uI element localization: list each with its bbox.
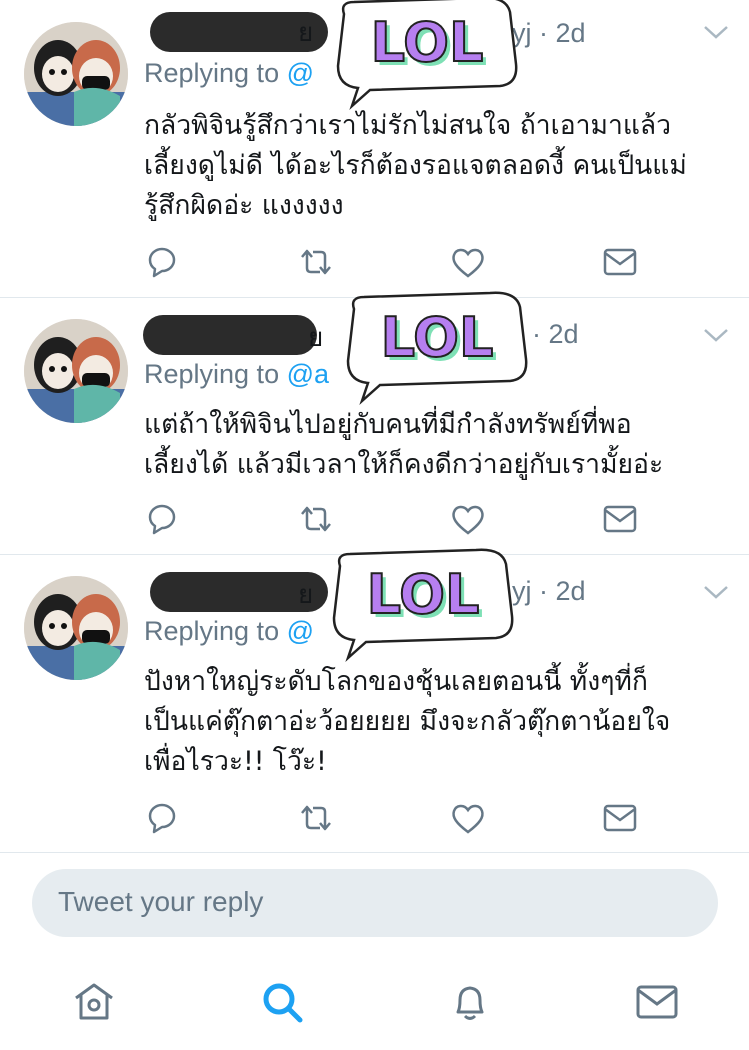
bottom-tab-bar: [0, 960, 749, 1050]
redacted-name: [143, 315, 317, 355]
search-icon[interactable]: [258, 978, 306, 1026]
retweet-icon[interactable]: [296, 242, 336, 282]
tweet-text: แต่ถ้าให้พิจินไปอยู่กับคนที่มีกำลังทรัพย…: [144, 405, 734, 485]
chevron-down-icon[interactable]: [702, 325, 730, 345]
reply-input[interactable]: Tweet your reply: [32, 869, 718, 937]
sticker-text: LOL: [371, 11, 484, 74]
notifications-icon[interactable]: [446, 978, 494, 1026]
reply-placeholder: Tweet your reply: [58, 886, 264, 917]
tweet-text-line: กลัวพิจินรู้สึกว่าเราไม่รักไม่สนใจ ถ้าเอ…: [144, 110, 672, 141]
home-icon[interactable]: [70, 978, 118, 1026]
tweet-actions: [0, 242, 749, 282]
replying-to: Replying to @a: [144, 359, 329, 390]
tweet[interactable]: ย yj · 2d Replying to @ ปังหาใหญ่ระดับโล…: [0, 548, 749, 853]
replying-handle[interactable]: @: [287, 616, 314, 646]
replying-label: Replying to: [144, 616, 280, 646]
timestamp: 2d: [555, 18, 586, 48]
avatar[interactable]: [24, 22, 128, 126]
display-name-suffix: ย: [298, 18, 314, 48]
display-name-suffix: ย: [308, 323, 324, 353]
dm-icon[interactable]: [600, 798, 640, 838]
retweet-icon[interactable]: [296, 499, 336, 539]
reply-icon[interactable]: [142, 499, 182, 539]
tweet-text-line: ปังหาใหญ่ระดับโลกของชุ้นเลยตอนนี้ ทั้งๆท…: [144, 666, 648, 697]
tweet[interactable]: ย · 2d Replying to @a แต่ถ้าให้พิจินไปอย…: [0, 291, 749, 555]
replying-label: Replying to: [144, 58, 280, 88]
tweet-actions: [0, 798, 749, 838]
avatar[interactable]: [24, 576, 128, 680]
tweet[interactable]: ย yj · 2d Replying to @ กลัวพิจินรู้สึกว…: [0, 0, 749, 298]
tweet-actions: [0, 499, 749, 539]
dm-icon[interactable]: [600, 499, 640, 539]
reply-icon[interactable]: [142, 242, 182, 282]
tweet-text-line: เลี้ยงได้ แล้วมีเวลาให้ก็คงดีกว่าอยู่กับ…: [144, 449, 664, 480]
chevron-down-icon[interactable]: [702, 22, 730, 42]
lol-sticker: LOL LOL: [346, 291, 528, 406]
like-icon[interactable]: [448, 242, 488, 282]
timestamp: 2d: [555, 576, 586, 606]
sticker-text: LOL: [367, 563, 480, 626]
display-name-suffix: ย: [298, 580, 314, 610]
replying-to: Replying to @: [144, 616, 314, 647]
tweet-text: ปังหาใหญ่ระดับโลกของชุ้นเลยตอนนี้ ทั้งๆท…: [144, 662, 734, 782]
messages-icon[interactable]: [633, 978, 681, 1026]
replying-handle[interactable]: @: [287, 58, 314, 88]
sticker-text: LOL: [381, 306, 494, 369]
tweet-text-line: รู้สึกผิดอ่ะ แงงงงง: [144, 190, 344, 221]
timestamp: 2d: [548, 319, 579, 349]
like-icon[interactable]: [448, 798, 488, 838]
chevron-down-icon[interactable]: [702, 582, 730, 602]
dm-icon[interactable]: [600, 242, 640, 282]
tweet-text: กลัวพิจินรู้สึกว่าเราไม่รักไม่สนใจ ถ้าเอ…: [144, 106, 734, 226]
avatar[interactable]: [24, 319, 128, 423]
reply-icon[interactable]: [142, 798, 182, 838]
replying-label: Replying to: [144, 359, 280, 389]
retweet-icon[interactable]: [296, 798, 336, 838]
replying-handle[interactable]: @a: [287, 359, 329, 389]
tweet-text-line: เพื่อไรวะ!! โว๊ะ!: [144, 746, 327, 777]
tweet-text-line: แต่ถ้าให้พิจินไปอยู่กับคนที่มีกำลังทรัพย…: [144, 409, 632, 440]
tweet-text-line: เลี้ยงดูไม่ดี ได้อะไรก็ต้องรอแจตลอดงี้ ค…: [144, 150, 687, 181]
lol-sticker: LOL LOL: [332, 548, 514, 663]
replying-to: Replying to @: [144, 58, 314, 89]
lol-sticker: LOL LOL: [336, 0, 518, 111]
like-icon[interactable]: [448, 499, 488, 539]
tweet-text-line: เป็นแค่ตุ๊กตาอ่ะว้อยยยย มึงจะกลัวตุ๊กตาน…: [144, 706, 671, 737]
